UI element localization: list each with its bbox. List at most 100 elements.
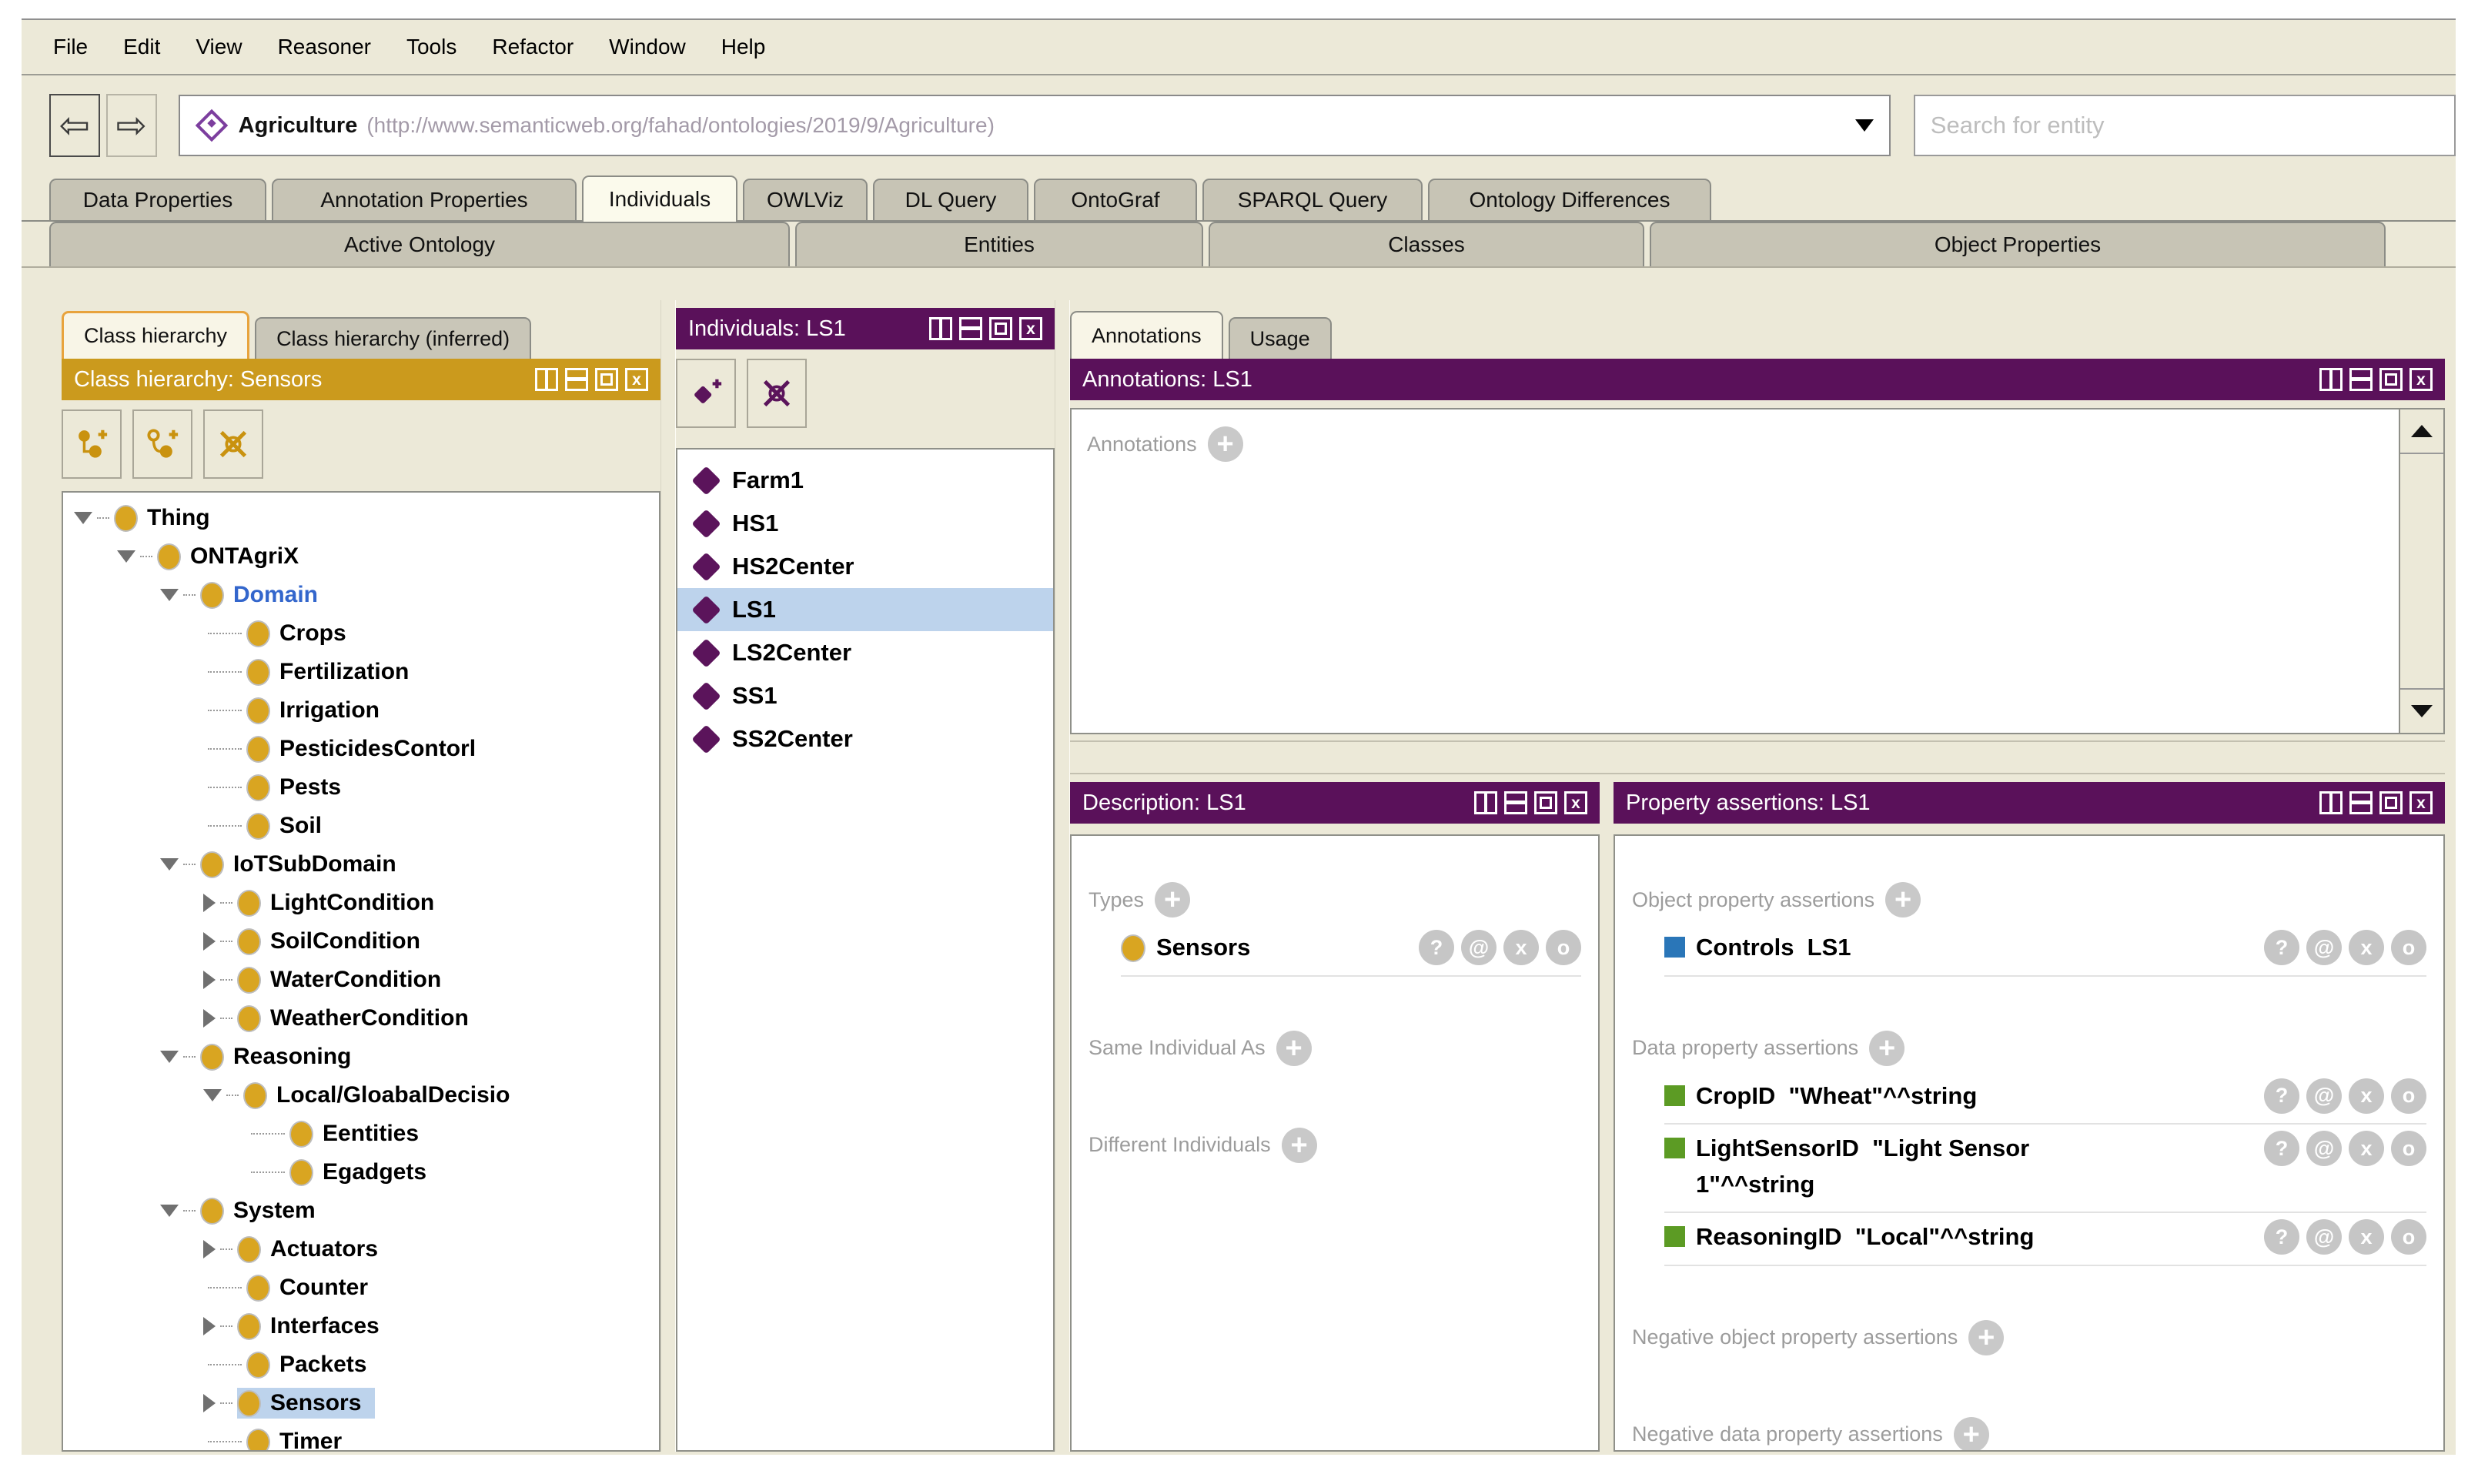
- tree-item[interactable]: WeatherCondition: [63, 999, 659, 1038]
- collapse-icon[interactable]: [160, 1205, 179, 1217]
- tab-dl-query[interactable]: DL Query: [873, 179, 1028, 220]
- edit-button[interactable]: o: [2391, 1131, 2426, 1166]
- float-icon[interactable]: [595, 368, 618, 391]
- delete-button[interactable]: x: [1503, 930, 1539, 965]
- tree-item[interactable]: Pests: [63, 768, 659, 807]
- tree-item[interactable]: System: [63, 1192, 659, 1230]
- close-icon[interactable]: x: [625, 368, 648, 391]
- add-annotation-button[interactable]: +: [1208, 426, 1243, 462]
- annotate-button[interactable]: @: [2306, 930, 2342, 965]
- data-property-assertion[interactable]: CropID "Wheat"^^string ? @ x o: [1664, 1078, 2426, 1125]
- tab-active-ontology[interactable]: Active Ontology: [49, 222, 790, 266]
- menu-window[interactable]: Window: [591, 35, 704, 59]
- tree-item[interactable]: Actuators: [63, 1230, 659, 1268]
- add-negative-object-property-button[interactable]: +: [1968, 1320, 2004, 1355]
- collapse-icon[interactable]: [160, 589, 179, 601]
- vertical-split-icon[interactable]: [535, 368, 558, 391]
- edit-button[interactable]: o: [2391, 1078, 2426, 1114]
- menu-view[interactable]: View: [178, 35, 259, 59]
- scroll-up-button[interactable]: [2400, 409, 2443, 454]
- tree-item[interactable]: Packets: [63, 1345, 659, 1384]
- horizontal-split-icon[interactable]: [959, 317, 982, 340]
- list-item-selected[interactable]: LS1: [677, 588, 1053, 631]
- menu-reasoner[interactable]: Reasoner: [260, 35, 389, 59]
- individuals-list[interactable]: Farm1 HS1 HS2Center LS1 LS2Center SS1 SS…: [676, 448, 1055, 1452]
- expand-icon[interactable]: [203, 1317, 216, 1335]
- tree-item[interactable]: Eentities: [63, 1115, 659, 1153]
- float-icon[interactable]: [2379, 368, 2403, 391]
- vertical-split-icon[interactable]: [1474, 791, 1497, 814]
- annotate-button[interactable]: @: [2306, 1131, 2342, 1166]
- tab-annotation-properties[interactable]: Annotation Properties: [272, 179, 577, 220]
- horizontal-split-icon[interactable]: [565, 368, 588, 391]
- annotate-button[interactable]: @: [1461, 930, 1496, 965]
- scroll-down-button[interactable]: [2400, 688, 2443, 733]
- tab-individuals[interactable]: Individuals: [582, 175, 737, 222]
- tree-item[interactable]: Irrigation: [63, 691, 659, 730]
- menu-help[interactable]: Help: [704, 35, 784, 59]
- add-individual-button[interactable]: [676, 359, 736, 428]
- tab-class-hierarchy[interactable]: Class hierarchy: [62, 311, 249, 359]
- collapse-icon[interactable]: [117, 550, 135, 563]
- tree-item[interactable]: LightCondition: [63, 884, 659, 922]
- tree-item-selected[interactable]: Sensors: [63, 1384, 659, 1422]
- tree-item[interactable]: Soil: [63, 807, 659, 845]
- horizontal-split-icon[interactable]: [2349, 368, 2373, 391]
- class-tree[interactable]: Thing ONTAgriX Domain Crops Fertilizatio…: [62, 491, 660, 1452]
- delete-button[interactable]: x: [2349, 1131, 2384, 1166]
- list-item[interactable]: LS2Center: [677, 631, 1053, 674]
- tree-item[interactable]: PesticidesContorl: [63, 730, 659, 768]
- float-icon[interactable]: [989, 317, 1012, 340]
- expand-icon[interactable]: [203, 1009, 216, 1028]
- list-item[interactable]: SS1: [677, 674, 1053, 717]
- tree-item[interactable]: Reasoning: [63, 1038, 659, 1076]
- tab-class-hierarchy-inferred[interactable]: Class hierarchy (inferred): [255, 317, 531, 359]
- data-property-assertion[interactable]: ReasoningID "Local"^^string ? @ x o: [1664, 1219, 2426, 1266]
- tree-item[interactable]: Counter: [63, 1268, 659, 1307]
- type-entry[interactable]: Sensors ? @ x o: [1121, 930, 1581, 977]
- add-data-property-assertion-button[interactable]: +: [1869, 1031, 1904, 1066]
- expand-icon[interactable]: [203, 971, 216, 989]
- menu-edit[interactable]: Edit: [105, 35, 178, 59]
- search-input[interactable]: [1929, 111, 2440, 140]
- tree-item[interactable]: Fertilization: [63, 653, 659, 691]
- close-icon[interactable]: x: [2409, 368, 2433, 391]
- tree-item[interactable]: SoilCondition: [63, 922, 659, 961]
- tree-item[interactable]: Interfaces: [63, 1307, 659, 1345]
- tree-item[interactable]: Egadgets: [63, 1153, 659, 1192]
- expand-icon[interactable]: [203, 1394, 216, 1412]
- tab-sparql-query[interactable]: SPARQL Query: [1202, 179, 1423, 220]
- expand-icon[interactable]: [203, 894, 216, 912]
- tree-item[interactable]: IoTSubDomain: [63, 845, 659, 884]
- splitter-vertical[interactable]: [1055, 300, 1070, 1452]
- tree-item[interactable]: ONTAgriX: [63, 537, 659, 576]
- add-sibling-class-button[interactable]: [132, 409, 192, 479]
- splitter-horizontal[interactable]: [1070, 740, 2445, 774]
- explain-button[interactable]: ?: [1419, 930, 1454, 965]
- tree-item[interactable]: Timer: [63, 1422, 659, 1452]
- tab-ontology-differences[interactable]: Ontology Differences: [1428, 179, 1711, 220]
- tab-ontograf[interactable]: OntoGraf: [1034, 179, 1197, 220]
- close-icon[interactable]: x: [1019, 317, 1042, 340]
- tree-item[interactable]: Thing: [63, 499, 659, 537]
- add-different-individuals-button[interactable]: +: [1282, 1128, 1317, 1163]
- add-object-property-assertion-button[interactable]: +: [1885, 882, 1921, 917]
- tree-item[interactable]: Crops: [63, 614, 659, 653]
- delete-button[interactable]: x: [2349, 1078, 2384, 1114]
- add-type-button[interactable]: +: [1155, 882, 1190, 917]
- list-item[interactable]: HS2Center: [677, 545, 1053, 588]
- tab-entities[interactable]: Entities: [795, 222, 1203, 266]
- float-icon[interactable]: [2379, 791, 2403, 814]
- vertical-split-icon[interactable]: [2319, 368, 2343, 391]
- horizontal-split-icon[interactable]: [1504, 791, 1527, 814]
- list-item[interactable]: SS2Center: [677, 717, 1053, 760]
- list-item[interactable]: HS1: [677, 502, 1053, 545]
- float-icon[interactable]: [1534, 791, 1557, 814]
- tab-classes[interactable]: Classes: [1209, 222, 1644, 266]
- tab-annotations[interactable]: Annotations: [1070, 311, 1223, 359]
- forward-button[interactable]: ⇨: [106, 94, 157, 157]
- collapse-icon[interactable]: [74, 512, 92, 524]
- chevron-down-icon[interactable]: [1855, 119, 1874, 132]
- tree-item[interactable]: Domain: [63, 576, 659, 614]
- delete-button[interactable]: x: [2349, 1219, 2384, 1255]
